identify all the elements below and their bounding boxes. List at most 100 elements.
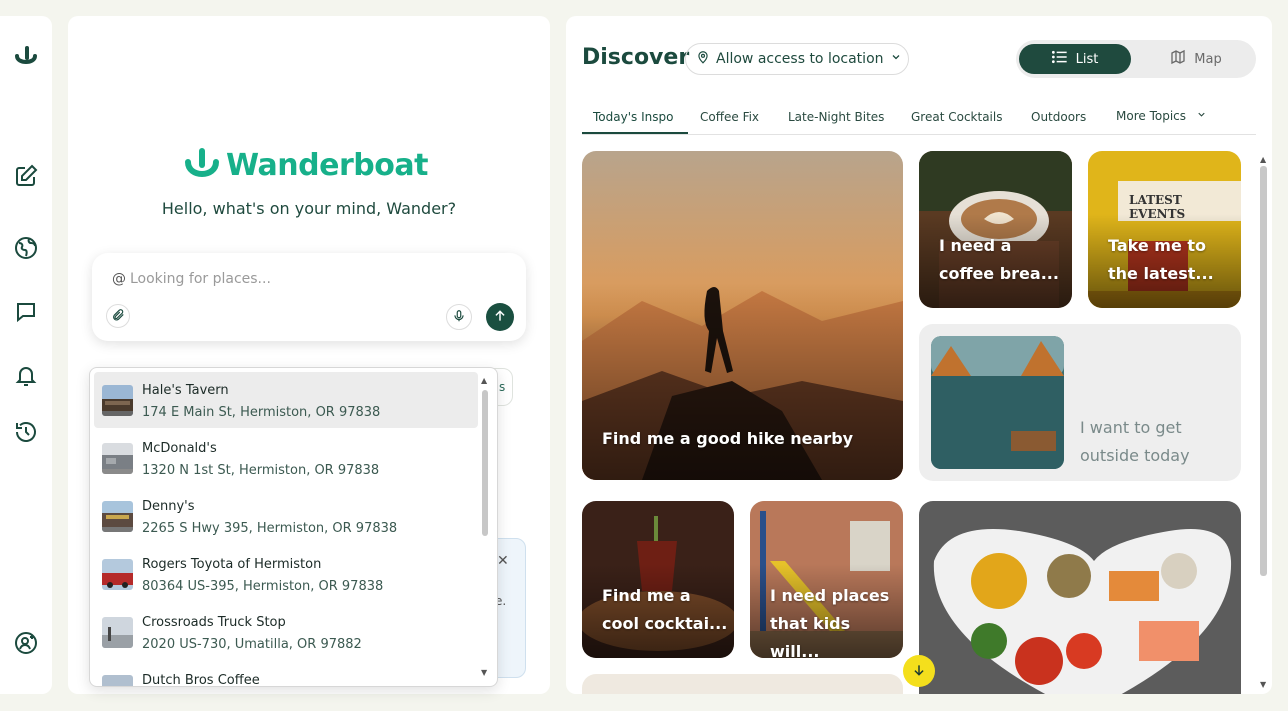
card-caption: I need a coffee brea... [939, 232, 1059, 288]
card-kids[interactable]: I need places that kids will... [750, 501, 903, 658]
card-coffee[interactable]: I need a coffee brea... [919, 151, 1072, 308]
prompt-box: @ [92, 253, 526, 341]
paperclip-icon [111, 307, 125, 326]
list-item[interactable]: Rogers Toyota of Hermiston 80364 US-395,… [94, 546, 478, 602]
search-input[interactable] [130, 268, 490, 290]
food-platter-image [919, 501, 1241, 694]
card-hike[interactable]: Find me a good hike nearby [582, 151, 903, 480]
caption-line: cool cocktai... [602, 614, 728, 633]
at-symbol: @ [112, 271, 126, 287]
brand-name: Wanderboat [226, 147, 428, 183]
place-name: Rogers Toyota of Hermiston [142, 557, 322, 572]
caption-line: Find me a good hike nearby [602, 429, 854, 448]
view-toggle: List Map [1016, 40, 1256, 78]
location-label: Allow access to location [716, 51, 884, 67]
place-thumbnail [102, 559, 133, 590]
place-name: McDonald's [142, 441, 217, 456]
map-view-label: Map [1194, 51, 1222, 67]
scroll-down-button[interactable] [903, 655, 935, 687]
card-outside[interactable]: I want to get outside today [919, 324, 1241, 481]
more-topics-label: More Topics [1116, 109, 1186, 123]
location-pin-icon [696, 50, 710, 68]
tab-late-night-bites[interactable]: Late-Night Bites [788, 110, 884, 124]
chevron-down-icon [890, 51, 902, 67]
list-icon [1051, 50, 1068, 68]
location-access-button[interactable]: Allow access to location [685, 43, 909, 75]
new-chat-icon[interactable] [13, 163, 39, 189]
card-caption: Find me a cool cocktai... [602, 582, 727, 638]
add-user-icon[interactable] [13, 630, 39, 656]
caption-line: I need places [770, 586, 890, 605]
place-thumbnail [102, 675, 133, 686]
explore-globe-icon[interactable] [13, 235, 39, 261]
send-button[interactable] [486, 303, 514, 331]
caption-line: I need a [939, 236, 1012, 255]
scroll-down-arrow-icon[interactable]: ▼ [481, 668, 487, 677]
arrow-down-icon [912, 662, 926, 681]
caption-line: I want to get [1080, 418, 1182, 437]
card-cocktail[interactable]: Find me a cool cocktai... [582, 501, 734, 658]
microphone-icon [452, 308, 466, 327]
card-next[interactable] [582, 674, 903, 694]
list-item[interactable]: Dutch Bros Coffee [94, 662, 478, 687]
notification-bell-icon[interactable] [13, 363, 39, 389]
place-thumbnail [102, 617, 133, 648]
place-address: 2265 S Hwy 395, Hermiston, OR 97838 [142, 521, 398, 536]
scroll-up-arrow-icon[interactable]: ▲ [1260, 155, 1266, 164]
chat-bubble-icon[interactable] [13, 299, 39, 325]
place-thumbnail [102, 501, 133, 532]
list-view-button[interactable]: List [1019, 44, 1131, 74]
list-item[interactable]: Denny's 2265 S Hwy 395, Hermiston, OR 97… [94, 488, 478, 544]
close-icon[interactable]: ✕ [497, 553, 509, 569]
place-thumbnail [102, 443, 133, 474]
place-address: 80364 US-395, Hermiston, OR 97838 [142, 579, 384, 594]
map-view-button[interactable]: Map [1140, 44, 1252, 74]
brand-logo: Wanderboat [184, 146, 428, 184]
tab-more-topics[interactable]: More Topics [1116, 109, 1207, 123]
scroll-down-arrow-icon[interactable]: ▼ [1260, 680, 1266, 689]
tab-outdoors[interactable]: Outdoors [1031, 110, 1086, 124]
active-tab-underline [582, 132, 688, 134]
discover-scrollbar[interactable] [1260, 166, 1267, 576]
tab-great-cocktails[interactable]: Great Cocktails [911, 110, 1002, 124]
list-view-label: List [1075, 51, 1099, 67]
list-item[interactable]: Crossroads Truck Stop 2020 US-730, Umati… [94, 604, 478, 660]
place-address: 2020 US-730, Umatilla, OR 97882 [142, 637, 362, 652]
left-rail [0, 16, 52, 694]
voice-button[interactable] [446, 304, 472, 330]
place-name: Crossroads Truck Stop [142, 615, 286, 630]
caption-line: coffee brea... [939, 264, 1059, 283]
card-latest-events[interactable]: LATEST EVENTS Take me to the latest... [1088, 151, 1241, 308]
list-item[interactable]: Hale's Tavern 174 E Main St, Hermiston, … [94, 372, 478, 428]
card-caption: Take me to the latest... [1108, 232, 1214, 288]
discover-panel: Discover Allow access to location List M… [566, 16, 1272, 694]
caption-line: Take me to [1108, 236, 1207, 255]
latest-events-sign: LATEST EVENTS [1129, 193, 1186, 221]
place-address: 1320 N 1st St, Hermiston, OR 97838 [142, 463, 380, 478]
lake-image [931, 336, 1064, 469]
history-icon[interactable] [13, 419, 39, 445]
caption-line: that kids will... [770, 614, 851, 658]
greeting-text: Hello, what's on your mind, Wander? [161, 199, 457, 218]
tab-coffee-fix[interactable]: Coffee Fix [700, 110, 759, 124]
place-name: Dutch Bros Coffee [142, 673, 260, 687]
list-item[interactable]: McDonald's 1320 N 1st St, Hermiston, OR … [94, 430, 478, 486]
scroll-up-arrow-icon[interactable]: ▲ [481, 376, 487, 385]
place-name: Denny's [142, 499, 195, 514]
card-food[interactable] [919, 501, 1241, 694]
caption-line: the latest... [1108, 264, 1214, 283]
wanderboat-logo-icon[interactable] [13, 44, 39, 70]
chevron-down-icon [1196, 109, 1207, 123]
place-address: 174 E Main St, Hermiston, OR 97838 [142, 405, 381, 420]
arrow-up-icon [493, 308, 507, 327]
card-caption: I want to get outside today [1080, 414, 1190, 470]
caption-line: Find me a [602, 586, 691, 605]
card-caption: Find me a good hike nearby [602, 425, 853, 453]
wanderboat-logo-icon [184, 146, 220, 184]
topic-tabs: Today's Inspo Coffee Fix Late-Night Bite… [582, 100, 1256, 135]
dropdown-scrollbar[interactable] [482, 390, 488, 536]
tab-todays-inspo[interactable]: Today's Inspo [593, 110, 673, 124]
place-suggestions-dropdown: Hale's Tavern 174 E Main St, Hermiston, … [89, 367, 498, 687]
place-thumbnail [102, 385, 133, 416]
attach-button[interactable] [106, 304, 130, 328]
